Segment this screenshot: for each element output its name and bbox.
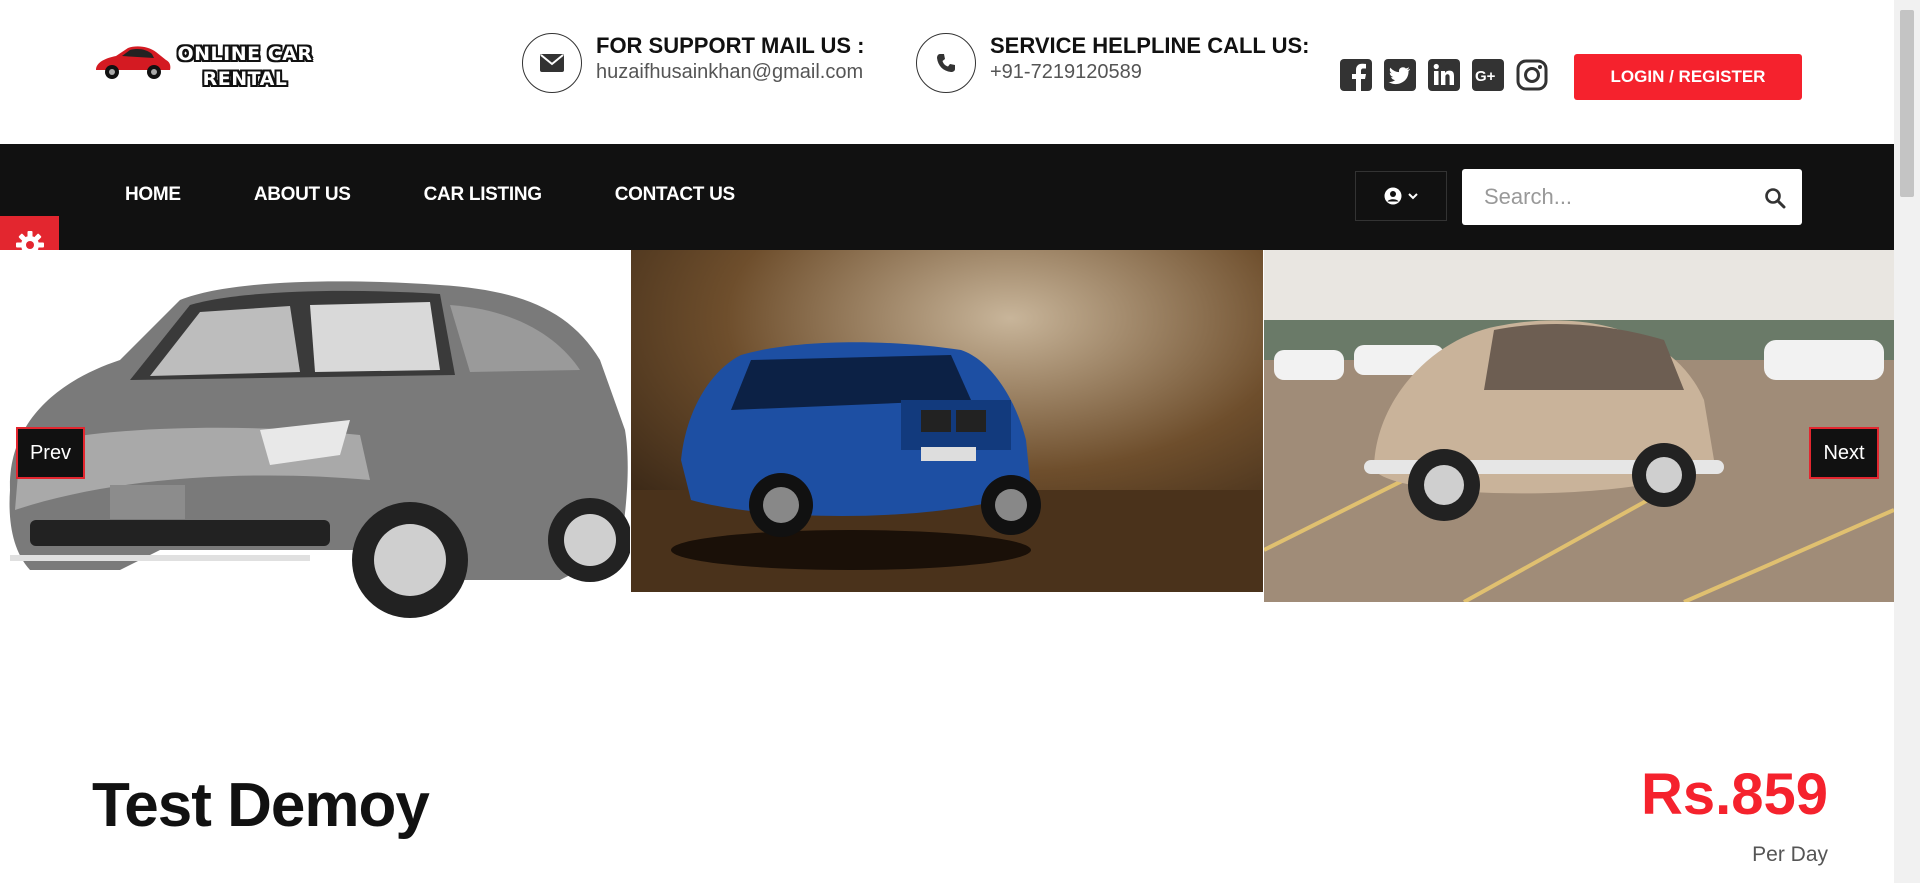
twitter-icon[interactable] xyxy=(1384,59,1416,91)
price-unit: Per Day xyxy=(1752,843,1828,866)
support-contact: FOR SUPPORT MAIL US : huzaifhusainkhan@g… xyxy=(522,33,865,93)
helpline-title: SERVICE HELPLINE CALL US: xyxy=(990,33,1310,58)
main-navbar: HOME ABOUT US CAR LISTING CONTACT US xyxy=(0,144,1894,250)
envelope-icon xyxy=(522,33,582,93)
slide-image-vintage-beetle xyxy=(1264,250,1894,602)
car-title: Test Demoy xyxy=(92,771,430,840)
logo-text: ONLINE CAR RENTAL xyxy=(177,43,313,90)
car-image-slider xyxy=(0,250,1894,630)
chevron-down-icon xyxy=(1408,193,1418,200)
top-header: ONLINE CAR RENTAL FOR SUPPORT MAIL US : … xyxy=(0,0,1894,144)
support-email[interactable]: huzaifhusainkhan@gmail.com xyxy=(596,59,865,85)
site-logo[interactable]: ONLINE CAR RENTAL xyxy=(92,40,322,96)
nav-item-car-listing[interactable]: CAR LISTING xyxy=(424,184,542,206)
slide-image-silver-hatchback xyxy=(0,250,630,630)
facebook-icon[interactable] xyxy=(1340,59,1372,91)
phone-icon xyxy=(916,33,976,93)
nav-item-contact-us[interactable]: CONTACT US xyxy=(615,184,735,206)
user-dropdown[interactable] xyxy=(1355,171,1447,221)
support-title: FOR SUPPORT MAIL US : xyxy=(596,33,865,58)
search-icon[interactable] xyxy=(1764,187,1786,209)
slide-image-blue-suv xyxy=(631,250,1263,592)
helpline-phone[interactable]: +91-7219120589 xyxy=(990,59,1309,85)
instagram-icon[interactable] xyxy=(1516,59,1548,91)
logo-car-icon xyxy=(96,46,171,79)
nav-item-about-us[interactable]: ABOUT US xyxy=(254,184,351,206)
google-plus-icon[interactable]: G+ xyxy=(1472,59,1504,91)
search-input[interactable] xyxy=(1462,169,1754,225)
slider-prev-button[interactable]: Prev xyxy=(16,427,85,479)
slider-next-button[interactable]: Next xyxy=(1809,427,1879,479)
page-scrollbar[interactable] xyxy=(1894,0,1920,883)
linkedin-icon[interactable] xyxy=(1428,59,1460,91)
login-register-button[interactable]: LOGIN / REGISTER xyxy=(1574,54,1802,100)
helpline-contact: SERVICE HELPLINE CALL US: +91-7219120589 xyxy=(916,33,1309,93)
user-circle-icon xyxy=(1384,187,1402,205)
nav-item-home[interactable]: HOME xyxy=(125,184,181,206)
search-box xyxy=(1462,169,1802,225)
scrollbar-thumb[interactable] xyxy=(1900,10,1914,197)
nav-menu: HOME ABOUT US CAR LISTING CONTACT US xyxy=(125,184,808,206)
car-price: Rs.859 xyxy=(1640,762,1828,827)
social-links: G+ xyxy=(1340,59,1548,91)
svg-text:G+: G+ xyxy=(1475,68,1496,85)
